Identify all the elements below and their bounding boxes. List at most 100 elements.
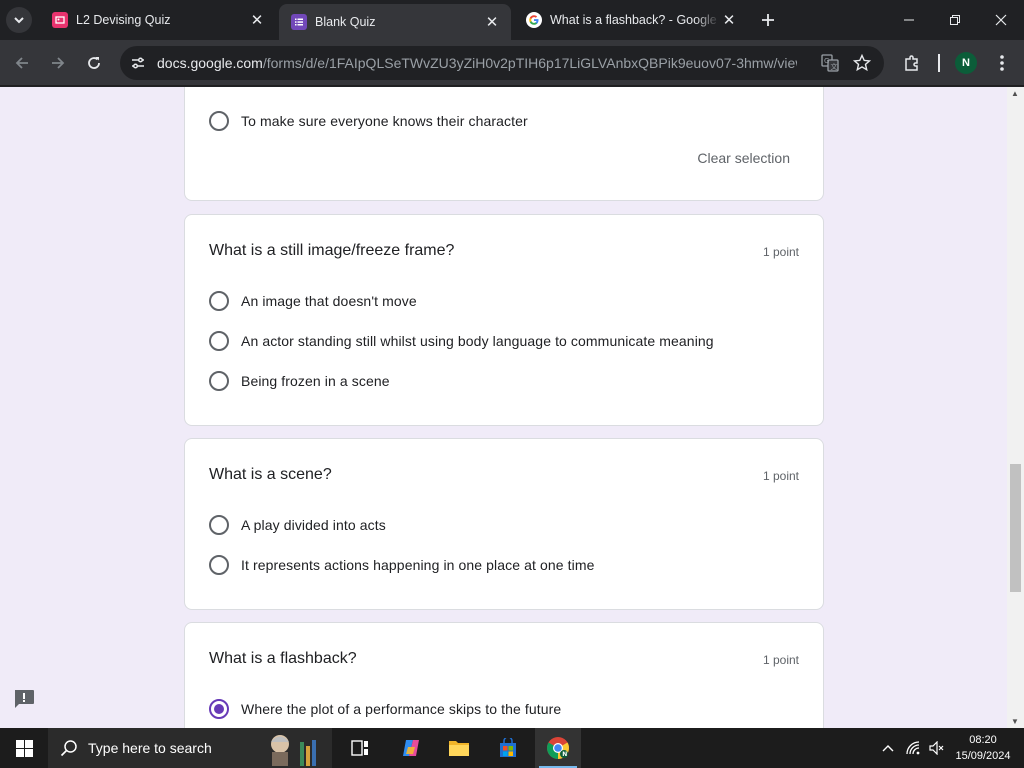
folder-icon xyxy=(449,741,469,756)
restore-icon xyxy=(950,15,960,25)
plus-icon xyxy=(762,14,774,26)
tab-l2-devising-quiz[interactable]: L2 Devising Quiz ✕ xyxy=(40,4,276,36)
task-view-icon xyxy=(351,740,368,756)
option-hidden[interactable] xyxy=(209,87,229,88)
radio-button[interactable] xyxy=(209,555,229,575)
svg-text:N: N xyxy=(562,751,567,758)
radio-button[interactable] xyxy=(209,331,229,351)
radio-button[interactable] xyxy=(209,111,229,131)
google-favicon-icon xyxy=(526,12,542,28)
page-scrollbar[interactable]: ▲ ▼ xyxy=(1007,87,1024,728)
url-host: docs.google.com xyxy=(157,55,263,71)
option-label: An actor standing still whilst using bod… xyxy=(241,333,714,349)
url-path: /forms/d/e/1FAIpQLSeTWvZU3yZiH0v2pTIH6p1… xyxy=(262,55,797,71)
search-highlight-illustration-icon xyxy=(271,735,316,766)
option-item[interactable]: A play divided into acts xyxy=(209,513,386,537)
bookmark-star-icon[interactable] xyxy=(850,51,874,75)
chrome-taskbar-button[interactable]: N xyxy=(535,728,581,768)
close-tab-icon[interactable]: ✕ xyxy=(483,13,501,31)
show-hidden-icons-button[interactable] xyxy=(878,728,898,768)
option-item[interactable]: To make sure everyone knows their charac… xyxy=(209,109,528,133)
question-points: 1 point xyxy=(762,653,799,667)
network-button[interactable] xyxy=(903,728,925,768)
close-tab-icon[interactable]: ✕ xyxy=(248,11,266,29)
clear-selection-button[interactable]: Clear selection xyxy=(697,150,790,166)
question-points: 1 point xyxy=(762,469,799,483)
radio-button[interactable] xyxy=(209,515,229,535)
tab-search-button[interactable] xyxy=(6,7,32,33)
option-label: It represents actions happening in one p… xyxy=(241,557,595,573)
address-bar[interactable]: docs.google.com/forms/d/e/1FAIpQLSeTWvZU… xyxy=(120,46,884,80)
windows-logo-icon xyxy=(15,739,33,757)
translate-icon[interactable]: G文 xyxy=(818,51,842,75)
chrome-icon: N xyxy=(547,737,569,759)
question-title: What is a still image/freeze frame? xyxy=(209,242,455,259)
scroll-up-arrow-icon[interactable]: ▲ xyxy=(1011,89,1019,98)
chevron-up-icon xyxy=(882,745,894,752)
option-label: Being frozen in a scene xyxy=(241,373,390,389)
copilot-button[interactable] xyxy=(388,728,434,768)
minimize-button[interactable] xyxy=(886,0,932,40)
system-clock[interactable]: 08:20 15/09/2024 xyxy=(950,732,1016,764)
svg-text:文: 文 xyxy=(831,62,838,71)
question-title: What is a flashback? xyxy=(209,650,357,667)
scrollbar-thumb[interactable] xyxy=(1010,464,1021,592)
option-item[interactable]: An actor standing still whilst using bod… xyxy=(209,329,714,353)
option-item[interactable]: It represents actions happening in one p… xyxy=(209,553,595,577)
url-text: docs.google.com/forms/d/e/1FAIpQLSeTWvZU… xyxy=(157,55,797,71)
forward-button[interactable] xyxy=(44,49,72,77)
option-item[interactable]: Where the plot of a performance skips to… xyxy=(209,697,561,721)
toolbar-divider xyxy=(938,54,940,72)
volume-muted-icon xyxy=(929,741,944,755)
task-view-button[interactable] xyxy=(337,728,383,768)
form-page: To make sure everyone knows their charac… xyxy=(0,87,1024,728)
tab-blank-quiz[interactable]: Blank Quiz ✕ xyxy=(279,4,511,40)
option-label: A play divided into acts xyxy=(241,517,386,533)
site-info-icon[interactable] xyxy=(126,51,150,75)
close-window-button[interactable] xyxy=(978,0,1024,40)
radio-button[interactable] xyxy=(209,291,229,311)
store-icon xyxy=(500,738,516,757)
restore-button[interactable] xyxy=(932,0,978,40)
clock-time: 08:20 xyxy=(969,734,997,746)
option-item[interactable]: Being frozen in a scene xyxy=(209,369,390,393)
svg-text:G: G xyxy=(824,57,829,65)
browser-toolbar: docs.google.com/forms/d/e/1FAIpQLSeTWvZU… xyxy=(0,40,1024,86)
back-button[interactable] xyxy=(8,49,36,77)
extensions-icon[interactable] xyxy=(900,51,924,75)
taskbar-search-box[interactable]: Type here to search xyxy=(48,728,332,768)
volume-button[interactable] xyxy=(926,728,948,768)
profile-avatar[interactable]: N xyxy=(955,52,977,74)
search-placeholder: Type here to search xyxy=(88,740,212,756)
microsoft-store-button[interactable] xyxy=(485,728,531,768)
file-explorer-button[interactable] xyxy=(436,728,482,768)
new-tab-button[interactable] xyxy=(756,8,780,32)
tab-title: L2 Devising Quiz xyxy=(76,13,171,27)
tab-title: Blank Quiz xyxy=(315,15,376,29)
scroll-down-arrow-icon[interactable]: ▼ xyxy=(1011,717,1019,726)
question-card-flashback: What is a flashback? 1 point Where the p… xyxy=(184,622,824,728)
report-feedback-icon[interactable] xyxy=(13,689,35,709)
close-tab-icon[interactable]: ✕ xyxy=(720,11,738,29)
forms-favicon-icon xyxy=(52,12,68,28)
reload-button[interactable] xyxy=(80,49,108,77)
clock-date: 15/09/2024 xyxy=(955,750,1011,762)
option-label: To make sure everyone knows their charac… xyxy=(241,113,528,129)
option-item[interactable]: An image that doesn't move xyxy=(209,289,417,313)
forms-favicon-icon xyxy=(291,14,307,30)
windows-taskbar: Type here to search N 08:20 15/09/2024 xyxy=(0,728,1024,768)
back-arrow-icon xyxy=(15,57,28,69)
more-menu-icon[interactable] xyxy=(990,51,1014,75)
start-button[interactable] xyxy=(0,728,48,768)
option-label: An image that doesn't move xyxy=(241,293,417,309)
tab-strip: L2 Devising Quiz ✕ Blank Quiz ✕ What is … xyxy=(0,0,1024,40)
tab-google-search[interactable]: What is a flashback? - Google Search ✕ xyxy=(514,4,748,36)
reload-icon xyxy=(88,57,100,69)
question-card-scene: What is a scene? 1 point A play divided … xyxy=(184,438,824,610)
radio-button[interactable] xyxy=(209,371,229,391)
chevron-down-icon xyxy=(14,17,24,24)
option-label: Where the plot of a performance skips to… xyxy=(241,701,562,717)
copilot-icon xyxy=(403,740,419,756)
radio-button-selected[interactable] xyxy=(209,699,229,719)
close-icon xyxy=(995,14,1007,26)
